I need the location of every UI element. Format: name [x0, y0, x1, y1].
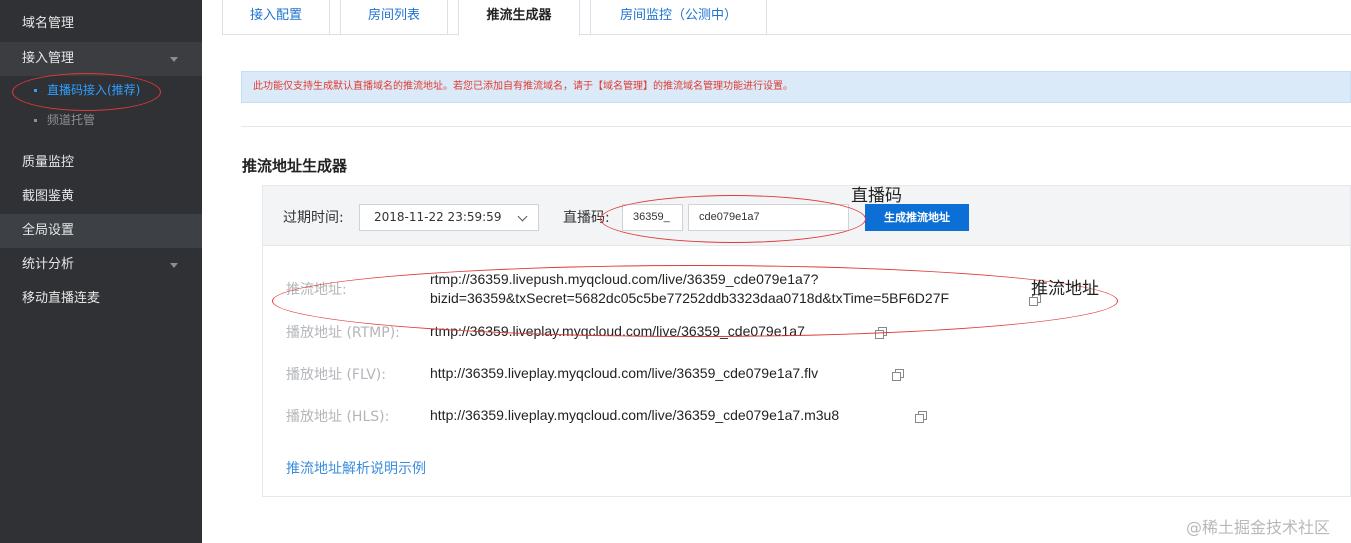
annotation-ellipse [272, 265, 1118, 337]
divider [241, 126, 1351, 127]
bullet-icon [34, 119, 37, 122]
tab-room-monitor[interactable]: 房间监控（公测中） [590, 0, 767, 35]
watermark: @稀土掘金技术社区 [1186, 518, 1331, 537]
sidebar-item-quality-monitor[interactable]: 质量监控 [0, 146, 202, 180]
tab-push-generator[interactable]: 推流生成器 [458, 0, 580, 36]
sidebar-item-access-management[interactable]: 接入管理 [0, 42, 202, 76]
expire-time-select[interactable]: 2018-11-22 23:59:59 [359, 204, 539, 231]
annotation-push-url: 推流地址 [1031, 279, 1099, 299]
hls-url-value: http://36359.liveplay.myqcloud.com/live/… [430, 407, 840, 423]
annotation-ellipse [12, 73, 161, 111]
sidebar-item-statistics[interactable]: 统计分析 [0, 248, 202, 282]
annotation-live-code: 直播码 [851, 186, 902, 206]
flv-url-value: http://36359.liveplay.myqcloud.com/live/… [430, 365, 819, 381]
sidebar-item-domain-management[interactable]: 域名管理 [0, 7, 202, 41]
section-title: 推流地址生成器 [242, 157, 348, 175]
help-link[interactable]: 推流地址解析说明示例 [286, 458, 426, 478]
flv-url-label: 播放地址 (FLV): [286, 367, 386, 383]
copy-icon[interactable] [915, 411, 927, 423]
hls-url-label: 播放地址 (HLS): [286, 409, 390, 425]
chevron-down-icon [517, 211, 528, 222]
chevron-down-icon [170, 263, 178, 268]
sidebar-item-mobile-live-mic[interactable]: 移动直播连麦 [0, 282, 202, 316]
copy-icon[interactable] [892, 369, 904, 381]
sidebar-item-screenshot-review[interactable]: 截图鉴黄 [0, 180, 202, 214]
tab-access-config[interactable]: 接入配置 [222, 0, 330, 35]
sidebar-item-global-settings[interactable]: 全局设置 [0, 214, 202, 248]
generate-push-url-button[interactable]: 生成推流地址 [865, 204, 969, 231]
tab-room-list[interactable]: 房间列表 [340, 0, 448, 35]
expire-label: 过期时间: [283, 210, 344, 226]
annotation-ellipse [600, 195, 866, 243]
tab-bar: 接入配置 房间列表 推流生成器 房间监控（公测中） [222, 0, 1351, 36]
chevron-down-icon [170, 57, 178, 62]
expire-time-value: 2018-11-22 23:59:59 [374, 210, 502, 224]
notice-banner: 此功能仅支持生成默认直播域名的推流地址。若您已添加自有推流域名，请于【域名管理】… [241, 71, 1351, 103]
